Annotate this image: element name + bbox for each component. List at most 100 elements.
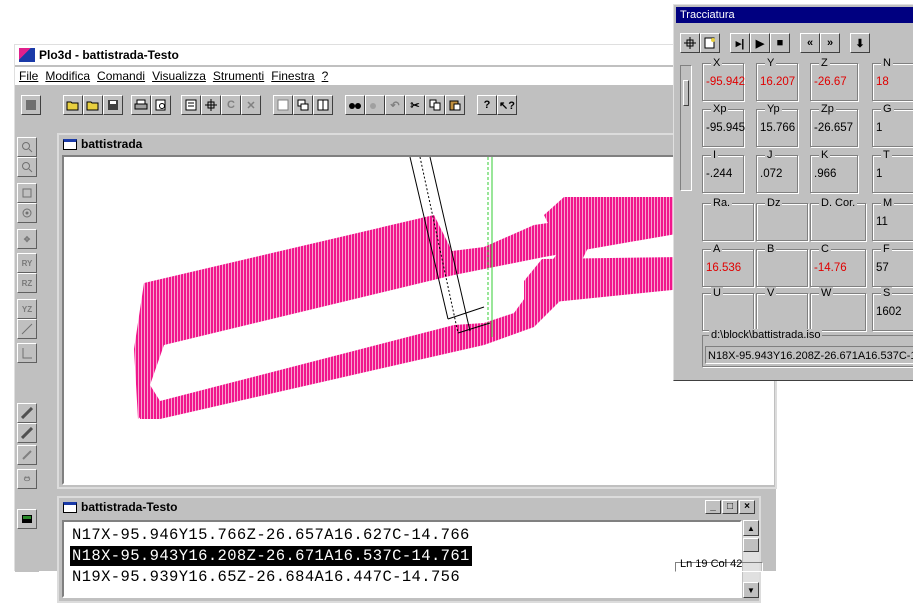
- field-y: Y 16.207: [756, 57, 798, 101]
- undo-icon[interactable]: ↶: [385, 95, 405, 115]
- find-icon[interactable]: [345, 95, 365, 115]
- view-yz-button[interactable]: YZ: [17, 299, 37, 319]
- crosshair-icon[interactable]: [680, 33, 700, 53]
- menu-help[interactable]: ?: [322, 69, 329, 83]
- document-settings-icon[interactable]: [700, 33, 720, 53]
- menu-strumenti[interactable]: Strumenti: [213, 69, 264, 83]
- copy-icon[interactable]: [425, 95, 445, 115]
- window-title: Plo3d - battistrada-Testo: [39, 48, 179, 62]
- field-radius: Ra.: [702, 197, 754, 241]
- menu-modifica[interactable]: Modifica: [45, 69, 90, 83]
- fast-forward-icon[interactable]: »: [820, 33, 840, 53]
- simulate-icon[interactable]: ඏ: [17, 469, 37, 489]
- field-c: C -14.76: [810, 243, 866, 287]
- zoom-window-icon[interactable]: [17, 183, 37, 203]
- field-x: X -95.942: [702, 57, 745, 101]
- view-canvas[interactable]: [62, 155, 774, 485]
- tool-line: [447, 306, 485, 320]
- speed-slider[interactable]: [680, 65, 692, 191]
- print-preview-icon[interactable]: [151, 95, 171, 115]
- c-axis-button[interactable]: C: [221, 95, 241, 115]
- zoom-in-icon[interactable]: [17, 137, 37, 157]
- rewind-icon[interactable]: «: [800, 33, 820, 53]
- field-d-cor: D. Cor.: [810, 197, 866, 241]
- view-rz-button[interactable]: RZ: [17, 273, 37, 293]
- view-iso-icon[interactable]: [17, 319, 37, 339]
- download-icon[interactable]: ⬇: [850, 33, 870, 53]
- file-path: d:\block\battistrada.iso: [709, 329, 823, 341]
- paste-icon[interactable]: [445, 95, 465, 115]
- main-window: Plo3d - battistrada-Testo File Modifica …: [14, 44, 777, 603]
- minimize-button[interactable]: _: [705, 500, 721, 514]
- field-zp: Zp -26.657: [810, 103, 858, 147]
- trace-panel: Tracciatura ▸| ▶ ■ « » ⬇ X -95.942 Y 16.20…: [673, 4, 913, 381]
- slider-thumb[interactable]: [683, 80, 689, 106]
- field-s: S 1602: [872, 287, 913, 331]
- field-yp: Yp 15.766: [756, 103, 798, 147]
- edit-icon[interactable]: [17, 423, 37, 443]
- vertical-scrollbar[interactable]: ▲ ▼: [743, 520, 759, 598]
- toolbar: C ✕ ↶ ✂ ? ↖?: [15, 87, 776, 123]
- stop-icon[interactable]: ■: [770, 33, 790, 53]
- pencil-icon[interactable]: [17, 403, 37, 423]
- scroll-down-icon[interactable]: ▼: [743, 582, 759, 598]
- field-k: K .966: [810, 149, 858, 193]
- field-xp: Xp -95.945: [702, 103, 745, 147]
- scatter-icon[interactable]: ✕: [241, 95, 261, 115]
- toolpath-drawing: [134, 157, 682, 419]
- text-window-titlebar: battistrada-Testo _ □ ×: [59, 498, 759, 516]
- code-line[interactable]: N17X-95.946Y15.766Z-26.657A16.627C-14.76…: [72, 525, 470, 545]
- open-folder-icon[interactable]: [63, 95, 83, 115]
- current-block-field: N18X-95.943Y16.208Z-26.671A16.537C-14.76…: [705, 346, 913, 364]
- step-icon[interactable]: ▸|: [730, 33, 750, 53]
- field-j: J .072: [756, 149, 798, 193]
- window-icon: [63, 138, 77, 150]
- app-icon: [19, 48, 35, 62]
- scroll-thumb[interactable]: [743, 538, 759, 552]
- stop-icon[interactable]: [21, 95, 41, 115]
- help-icon[interactable]: ?: [477, 95, 497, 115]
- field-t: T1: [872, 149, 913, 193]
- tile-windows-icon[interactable]: [313, 95, 333, 115]
- close-button[interactable]: ×: [739, 500, 755, 514]
- crosshair-icon[interactable]: [201, 95, 221, 115]
- field-i: I -.244: [702, 149, 744, 193]
- current-block-group: d:\block\battistrada.iso N18X-95.943Y16.…: [702, 329, 913, 367]
- left-toolbar: ✥ RY RZ YZ ඏ: [15, 133, 39, 572]
- title-bar: Plo3d - battistrada-Testo: [15, 45, 776, 65]
- play-icon[interactable]: ▶: [750, 33, 770, 53]
- field-v: V: [756, 287, 808, 331]
- zoom-all-icon[interactable]: [17, 203, 37, 223]
- print-icon[interactable]: [131, 95, 151, 115]
- pan-icon[interactable]: ✥: [17, 229, 37, 249]
- field-b: B: [756, 243, 808, 287]
- field-w: W: [810, 287, 866, 331]
- menu-file[interactable]: File: [19, 69, 38, 83]
- save-icon[interactable]: [103, 95, 123, 115]
- replace-icon[interactable]: [365, 95, 385, 115]
- view-ry-button[interactable]: RY: [17, 253, 37, 273]
- scroll-up-icon[interactable]: ▲: [743, 520, 759, 536]
- cut-icon[interactable]: ✂: [405, 95, 425, 115]
- document-view-icon[interactable]: [181, 95, 201, 115]
- maximize-button[interactable]: □: [722, 500, 738, 514]
- grid-icon[interactable]: [273, 95, 293, 115]
- field-u: U: [702, 287, 754, 331]
- menu-bar: File Modifica Comandi Visualizza Strumen…: [15, 67, 776, 85]
- record-icon[interactable]: [17, 509, 37, 529]
- cursor-position-text: Ln 19 Col 42: [680, 558, 743, 570]
- window-icon: [63, 501, 77, 513]
- menu-visualizza[interactable]: Visualizza: [152, 69, 206, 83]
- cascade-windows-icon[interactable]: [293, 95, 313, 115]
- field-f: F 57: [872, 243, 913, 287]
- code-editor[interactable]: N17X-95.946Y15.766Z-26.657A16.627C-14.76…: [62, 520, 742, 598]
- tag-icon[interactable]: [17, 445, 37, 465]
- menu-finestra[interactable]: Finestra: [271, 69, 314, 83]
- open-file-icon[interactable]: [83, 95, 103, 115]
- axes-icon[interactable]: [17, 343, 37, 363]
- context-help-icon[interactable]: ↖?: [497, 95, 517, 115]
- text-window: battistrada-Testo _ □ × N17X-95.946Y15.7…: [57, 496, 761, 603]
- zoom-out-icon[interactable]: [17, 157, 37, 177]
- menu-comandi[interactable]: Comandi: [97, 69, 145, 83]
- field-m: M 11: [872, 197, 913, 241]
